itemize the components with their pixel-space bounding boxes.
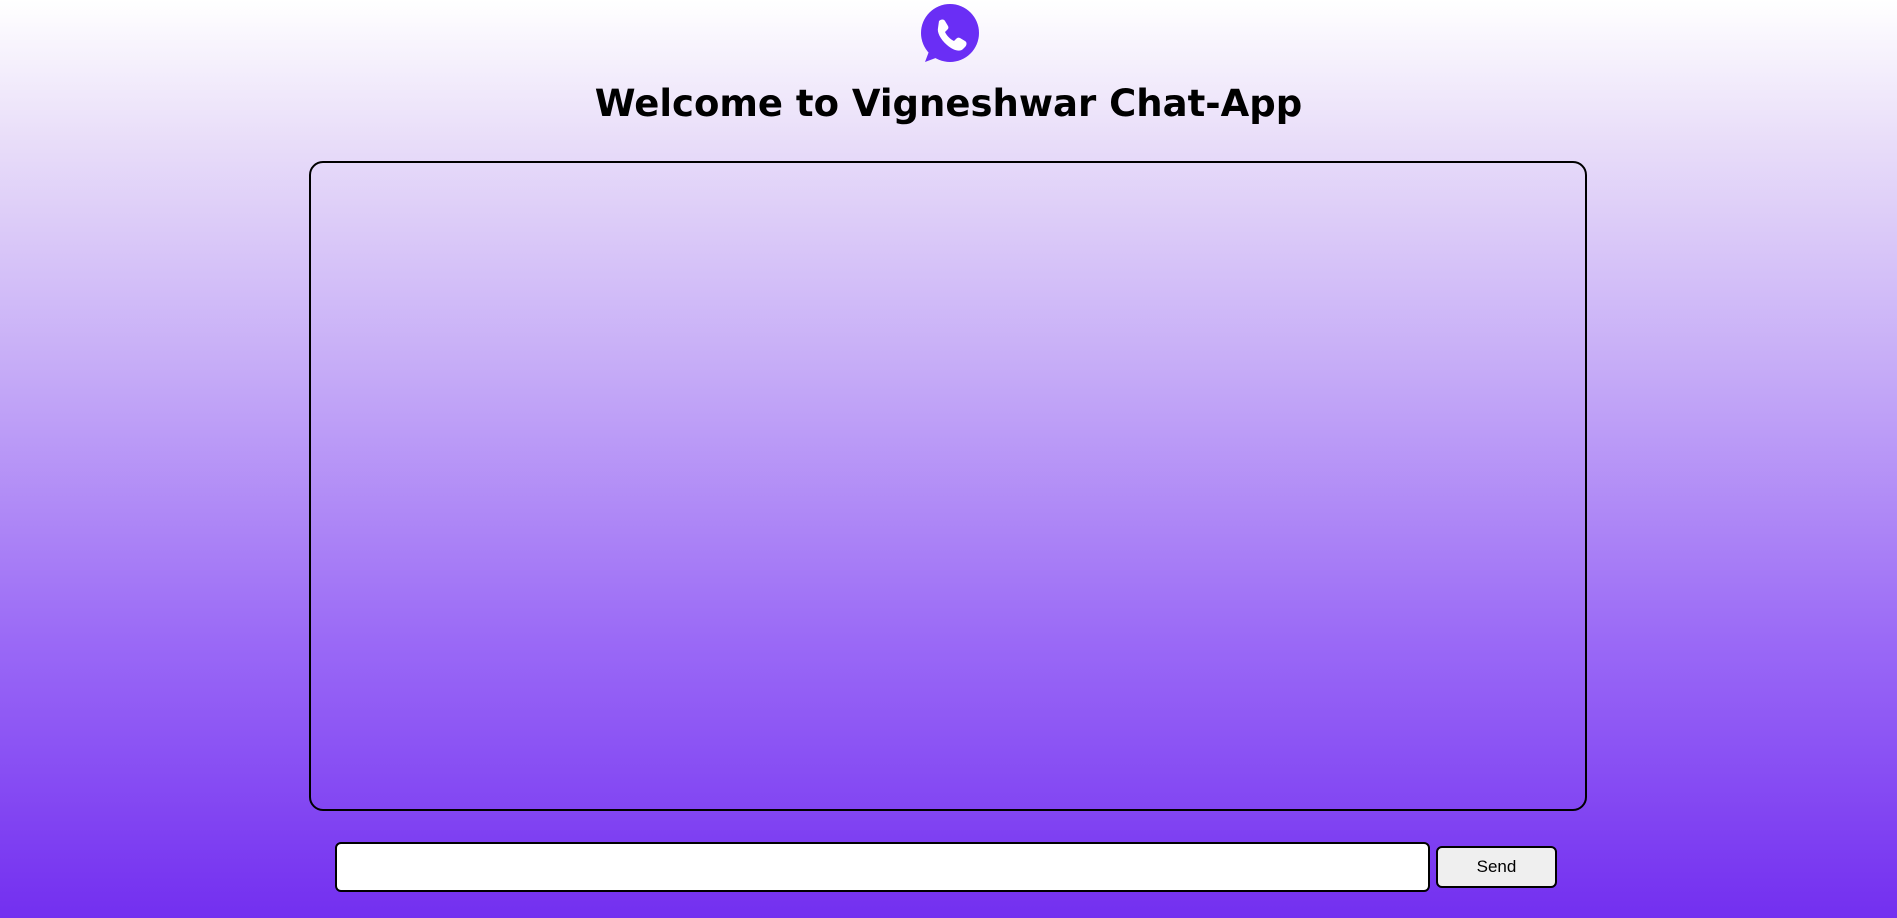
chat-messages-area[interactable] <box>309 161 1587 811</box>
send-button[interactable]: Send <box>1436 846 1557 888</box>
app-logo-icon <box>919 4 981 66</box>
message-input[interactable] <box>335 842 1430 892</box>
whatsapp-phone-icon <box>921 4 979 62</box>
page-title: Welcome to Vigneshwar Chat-App <box>594 82 1303 125</box>
